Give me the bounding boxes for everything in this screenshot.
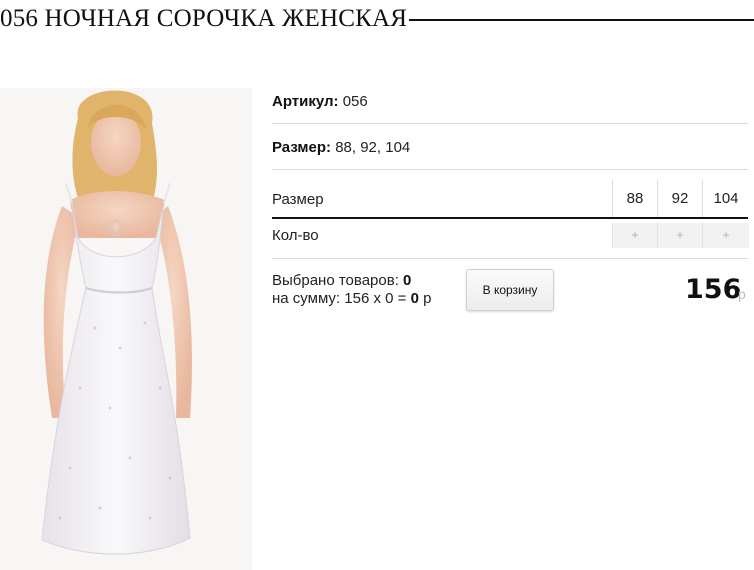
sizes-value: 88, 92, 104 [335,139,411,156]
price-value: 156 [685,274,742,305]
sum-currency: р [423,290,432,307]
sizes-label: Размер: [272,139,332,156]
divider [272,258,748,259]
page-title: 056 НОЧНАЯ СОРОЧКА ЖЕНСКАЯ [0,5,408,32]
sum-line: на сумму: 156 х 0 = 0 р [272,290,431,308]
title-row: 056 НОЧНАЯ СОРОЧКА ЖЕНСКАЯ [0,2,754,36]
product-photo[interactable] [0,88,252,570]
sum-label: на сумму: 156 х 0 = [272,290,407,307]
order-summary: Выбрано товаров: 0 на сумму: 156 х 0 = 0… [272,272,431,308]
selected-line: Выбрано товаров: 0 [272,272,431,290]
size-column-88: 88 [612,180,657,217]
size-column-104: 104 [702,180,749,217]
qty-plus-88[interactable]: + [612,223,657,248]
divider [272,169,748,170]
sizes-row: Размер: 88, 92, 104 [272,139,410,156]
qty-plus-104[interactable]: + [702,223,749,248]
size-table-header: Размер 88 92 104 [272,180,748,217]
divider [272,123,748,124]
sum-value: 0 [410,290,419,307]
selected-count: 0 [403,272,412,289]
size-table-divider [272,217,748,219]
size-table-label: Размер [272,191,324,208]
article-value: 056 [342,93,368,110]
qty-label: Кол-во [272,227,319,244]
product-image [41,90,192,555]
article-row: Артикул: 056 [272,93,368,110]
title-divider [409,19,754,21]
article-label: Артикул: [272,93,339,110]
price-currency: р [738,286,746,302]
add-to-cart-button[interactable]: В корзину [466,269,554,311]
selected-label: Выбрано товаров: [272,272,399,289]
qty-plus-92[interactable]: + [657,223,702,248]
size-column-92: 92 [657,180,702,217]
